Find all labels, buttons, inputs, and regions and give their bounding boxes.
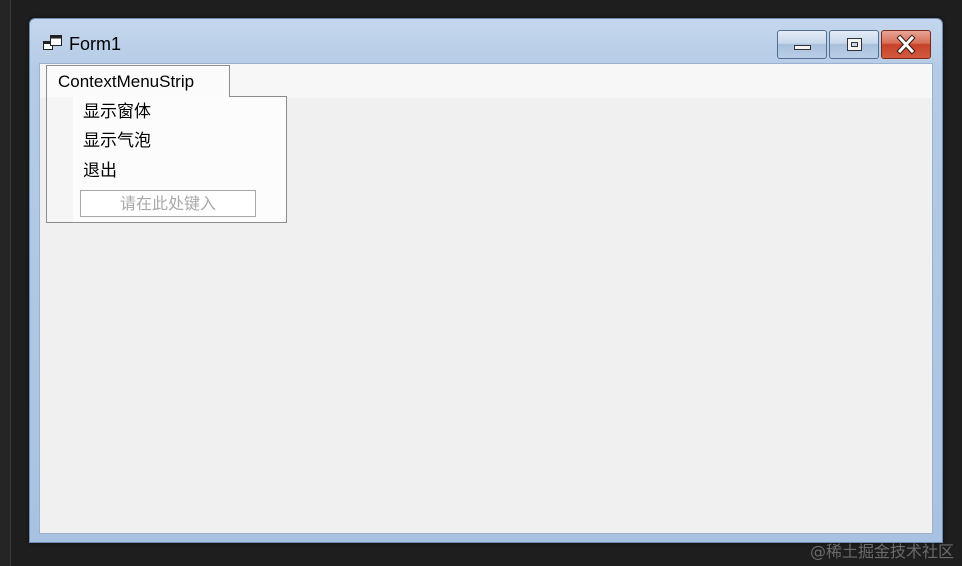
close-icon bbox=[896, 34, 916, 55]
title-bar[interactable]: Form1 bbox=[30, 19, 942, 63]
caption-buttons bbox=[777, 30, 931, 60]
window-icon bbox=[43, 35, 62, 50]
context-menu-strip-tab[interactable]: ContextMenuStrip bbox=[46, 65, 230, 97]
menu-item-show-window[interactable]: 显示窗体 bbox=[83, 101, 151, 123]
close-button[interactable] bbox=[881, 30, 931, 59]
desktop: Form1 ContextMenuStrip 显示窗体 显示气泡 退出 请在此处… bbox=[0, 0, 962, 566]
ide-left-margin bbox=[0, 0, 11, 566]
window-title: Form1 bbox=[69, 34, 122, 54]
watermark: @稀土掘金技术社区 bbox=[809, 542, 954, 561]
menu-item-show-balloon[interactable]: 显示气泡 bbox=[83, 130, 151, 152]
context-menu-dropdown: 显示窗体 显示气泡 退出 请在此处键入 bbox=[46, 96, 287, 223]
form-window[interactable]: Form1 ContextMenuStrip 显示窗体 显示气泡 退出 请在此处… bbox=[29, 18, 943, 543]
maximize-icon bbox=[847, 38, 862, 51]
maximize-button[interactable] bbox=[829, 30, 879, 59]
minimize-icon bbox=[794, 45, 811, 50]
menu-item-exit[interactable]: 退出 bbox=[83, 160, 117, 182]
type-here-input[interactable]: 请在此处键入 bbox=[80, 190, 256, 217]
form-client-area[interactable]: ContextMenuStrip 显示窗体 显示气泡 退出 请在此处键入 bbox=[39, 63, 933, 534]
minimize-button[interactable] bbox=[777, 30, 827, 59]
image-margin bbox=[47, 97, 73, 222]
